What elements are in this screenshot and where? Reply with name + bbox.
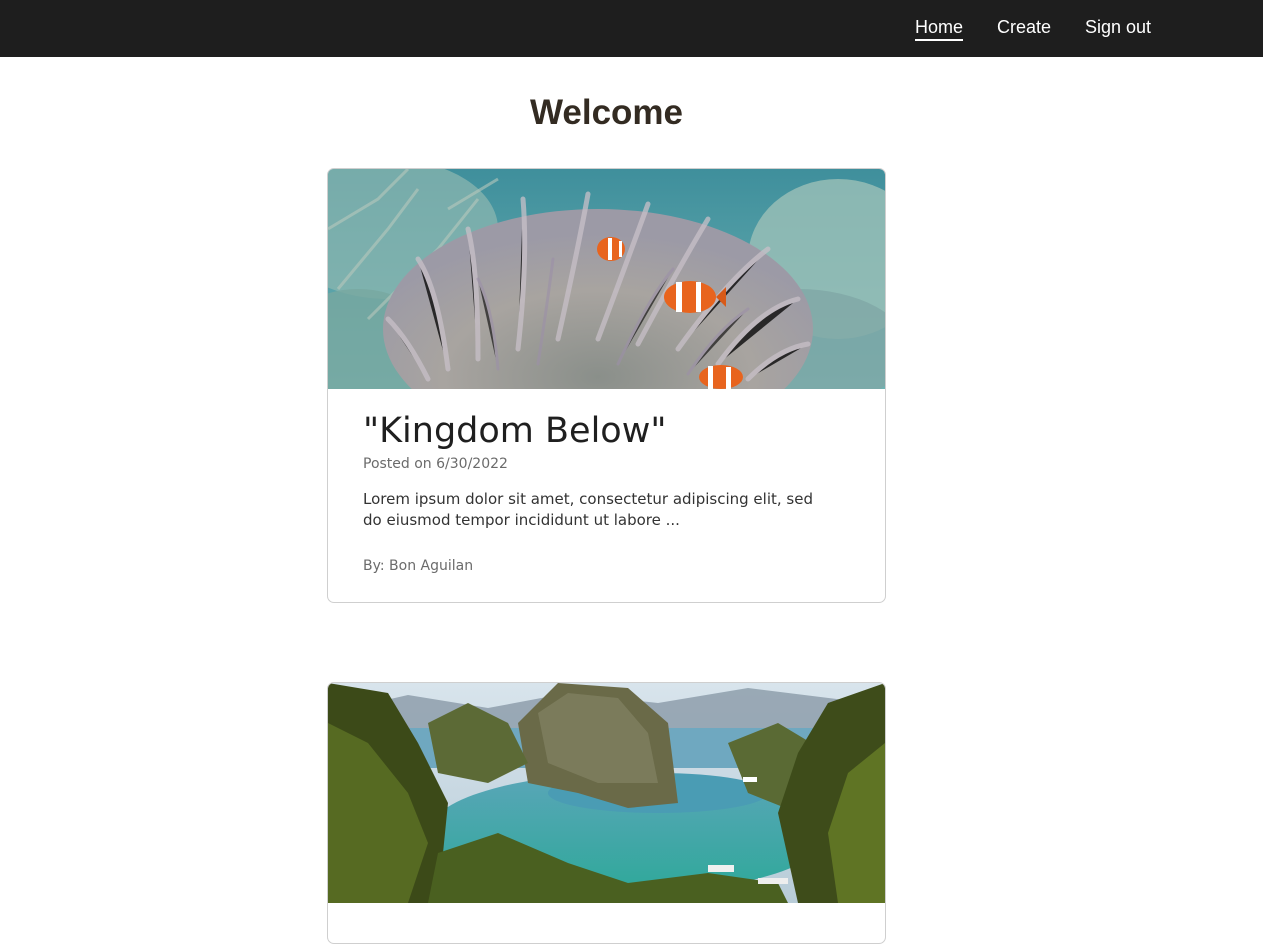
post-card[interactable]: "Kingdom Below" Posted on 6/30/2022 Lore…	[327, 168, 886, 603]
post-author: By: Bon Aguilan	[363, 558, 474, 574]
nav-signout-link[interactable]: Sign out	[1085, 16, 1151, 38]
top-navbar: Home Create Sign out	[0, 0, 1263, 57]
page-title: Welcome	[529, 93, 684, 132]
clownfish-1	[597, 237, 625, 261]
post-card[interactable]	[327, 682, 886, 944]
post-date: Posted on 6/30/2022	[363, 456, 508, 472]
post-card-body: "Kingdom Below" Posted on 6/30/2022 Lore…	[328, 389, 885, 602]
post-image-clownfish[interactable]	[328, 169, 885, 389]
clownfish-3	[699, 365, 743, 389]
post-image-lagoon[interactable]	[328, 683, 885, 903]
nav-home-link[interactable]: Home	[915, 16, 964, 41]
tropical-lagoon-photo	[328, 683, 885, 903]
nav-create-link[interactable]: Create	[997, 16, 1051, 38]
post-title[interactable]: "Kingdom Below"	[363, 409, 850, 453]
clownfish-anemone-photo	[328, 169, 885, 389]
post-excerpt: Lorem ipsum dolor sit amet, consectetur …	[363, 490, 813, 529]
